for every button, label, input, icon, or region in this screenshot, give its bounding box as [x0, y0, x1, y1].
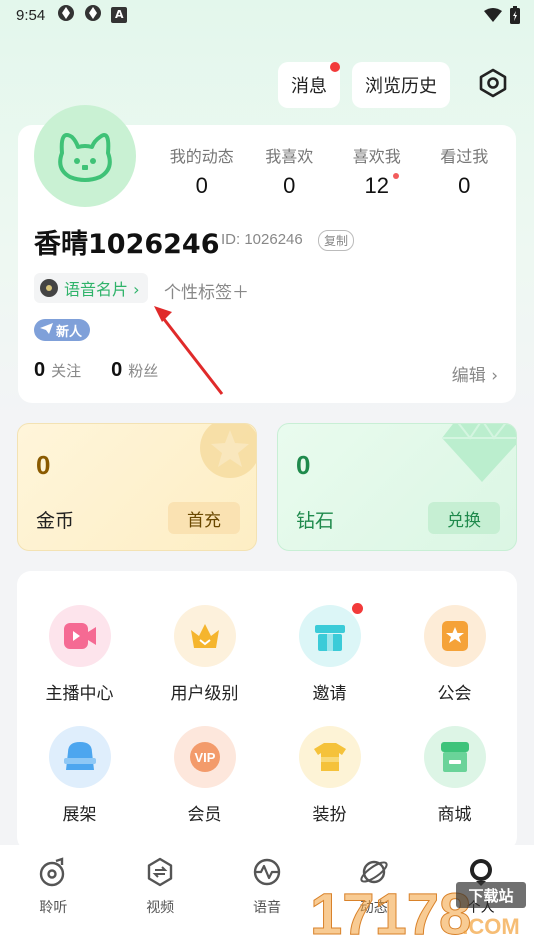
avatar[interactable] [34, 105, 136, 207]
tab-video[interactable]: 视频 [107, 857, 214, 950]
stat-value: 0 [195, 173, 208, 198]
stat-label: 我的动态 [169, 147, 234, 166]
stat-my-posts[interactable]: 我的动态 0 [158, 143, 246, 199]
app-notification-icon [57, 4, 75, 26]
battery-icon [510, 6, 520, 28]
crown-icon [173, 605, 236, 667]
messages-button[interactable]: 消息 [278, 62, 340, 108]
coins-label: 金币 [36, 510, 75, 532]
services-grid: 主播中心 用户级别 邀请 公会 展架 VIP 会员 装扮 商城 [17, 603, 517, 825]
vip-icon: VIP [173, 726, 236, 788]
app-notification-icon [84, 4, 102, 26]
listen-icon [38, 857, 68, 891]
edit-profile-button[interactable]: 编辑 › [452, 361, 498, 386]
voice-card-button[interactable]: 语音名片 › [34, 273, 148, 303]
service-dress-up[interactable]: 装扮 [267, 726, 392, 825]
newbie-badge-label: 新人 [56, 324, 83, 340]
coin-icon [192, 424, 256, 490]
new-likes-dot [393, 173, 399, 179]
user-id: ID: 1026246 [221, 231, 303, 248]
top-actions: 消息 浏览历史 [278, 62, 516, 108]
gift-icon [298, 603, 363, 667]
stat-label: 我喜欢 [265, 147, 314, 166]
stat-value: 0 [458, 173, 471, 198]
guild-icon [423, 605, 486, 667]
bag-icon [48, 726, 111, 788]
tab-label: 视频 [146, 900, 175, 916]
stat-visitors[interactable]: 看过我 0 [421, 143, 509, 199]
service-label: 用户级别 [170, 684, 239, 704]
stat-value: 12 [364, 173, 389, 198]
browse-history-button[interactable]: 浏览历史 [352, 62, 450, 108]
voice-icon [252, 857, 282, 891]
exchange-button[interactable]: 兑换 [428, 502, 500, 534]
coins-card[interactable]: 0 金币 首充 [17, 423, 257, 551]
stat-label: 看过我 [440, 147, 489, 166]
service-anchor-center[interactable]: 主播中心 [17, 605, 142, 704]
status-time: 9:54 [16, 6, 46, 24]
status-bar: 9:54 A [0, 0, 534, 30]
service-label: 邀请 [312, 684, 347, 704]
settings-button[interactable] [470, 62, 516, 108]
stats-row: 我的动态 0 我喜欢 0 喜欢我 12 看过我 0 [158, 143, 508, 199]
stat-likes-me[interactable]: 喜欢我 12 [333, 143, 421, 199]
service-user-level[interactable]: 用户级别 [142, 605, 267, 704]
history-label: 浏览历史 [365, 76, 437, 97]
profile-card: 我的动态 0 我喜欢 0 喜欢我 12 看过我 0 香晴1026246 ID: … [18, 105, 516, 403]
svg-text:VIP: VIP [194, 750, 215, 765]
annotation-arrow [150, 300, 230, 404]
service-guild[interactable]: 公会 [392, 605, 517, 704]
diamonds-label: 钻石 [296, 510, 335, 532]
service-label: 主播中心 [45, 684, 114, 704]
camera-icon [48, 605, 111, 667]
paper-plane-icon [40, 322, 53, 338]
services-card: 主播中心 用户级别 邀请 公会 展架 VIP 会员 装扮 商城 [17, 571, 517, 851]
invite-red-dot [351, 603, 363, 614]
newbie-badge: 新人 [34, 319, 91, 341]
following-label[interactable]: 关注 [51, 360, 81, 381]
stat-label: 喜欢我 [352, 147, 401, 166]
wifi-icon [484, 8, 502, 26]
service-label: 公会 [437, 684, 472, 704]
first-recharge-button[interactable]: 首充 [168, 502, 240, 534]
tab-label: 聆听 [39, 900, 68, 916]
service-label: 展架 [62, 805, 97, 825]
service-membership[interactable]: VIP 会员 [142, 726, 267, 825]
watermark-domain: .COM [462, 914, 519, 939]
hexagon-settings-icon [478, 68, 508, 102]
messages-unread-dot [330, 62, 340, 72]
messages-label: 消息 [291, 76, 327, 97]
diamonds-card[interactable]: 0 钻石 兑换 [277, 423, 517, 551]
shirt-icon [298, 726, 361, 788]
tab-voice[interactable]: 语音 [214, 857, 321, 950]
following-count[interactable]: 0 [34, 359, 45, 382]
vinyl-disc-icon [40, 279, 58, 297]
service-label: 商城 [437, 805, 472, 825]
shop-icon [423, 726, 486, 788]
a-badge-icon: A [111, 7, 128, 23]
tab-label: 语音 [252, 900, 281, 916]
site-watermark: 17178 下载站 .COM [308, 876, 528, 948]
diamonds-amount: 0 [296, 450, 311, 480]
service-invite[interactable]: 邀请 [267, 603, 392, 704]
stat-value: 0 [283, 173, 296, 198]
service-label: 装扮 [312, 805, 347, 825]
diamond-icon [442, 424, 516, 490]
coins-amount: 0 [36, 450, 51, 480]
fans-count[interactable]: 0 [111, 359, 122, 382]
tab-listen[interactable]: 聆听 [0, 857, 107, 950]
service-shop[interactable]: 商城 [392, 726, 517, 825]
service-display-shelf[interactable]: 展架 [17, 726, 142, 825]
watermark-number: 17178 [310, 882, 471, 946]
nickname: 香晴1026246 [34, 229, 220, 260]
bunny-avatar-icon [50, 123, 120, 189]
voice-card-label: 语音名片 › [64, 280, 140, 299]
stat-i-like[interactable]: 我喜欢 0 [246, 143, 334, 199]
copy-id-button[interactable]: 复制 [318, 230, 355, 251]
video-icon [145, 857, 175, 891]
watermark-sub: 下载站 [468, 887, 513, 905]
service-label: 会员 [187, 805, 222, 825]
